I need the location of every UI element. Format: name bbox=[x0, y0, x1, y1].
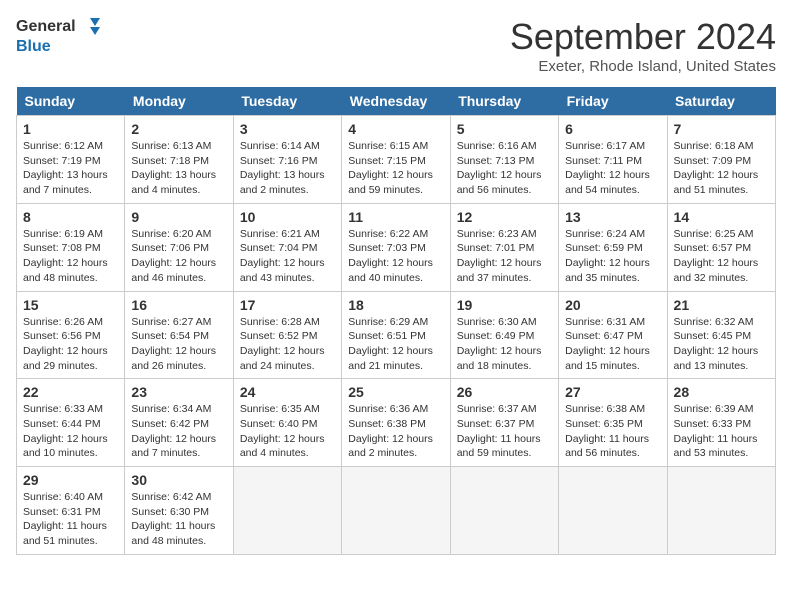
header-monday: Monday bbox=[125, 87, 233, 116]
calendar-table: Sunday Monday Tuesday Wednesday Thursday… bbox=[16, 87, 776, 555]
week-row: 8 Sunrise: 6:19 AMSunset: 7:08 PMDayligh… bbox=[17, 203, 776, 291]
table-row: 11 Sunrise: 6:22 AMSunset: 7:03 PMDaylig… bbox=[342, 203, 450, 291]
header-saturday: Saturday bbox=[667, 87, 775, 116]
table-row: 27 Sunrise: 6:38 AMSunset: 6:35 PMDaylig… bbox=[559, 379, 667, 467]
table-row: 28 Sunrise: 6:39 AMSunset: 6:33 PMDaylig… bbox=[667, 379, 775, 467]
table-row: 9 Sunrise: 6:20 AMSunset: 7:06 PMDayligh… bbox=[125, 203, 233, 291]
table-row: 14 Sunrise: 6:25 AMSunset: 6:57 PMDaylig… bbox=[667, 203, 775, 291]
table-row: 30 Sunrise: 6:42 AMSunset: 6:30 PMDaylig… bbox=[125, 467, 233, 555]
table-row: 5 Sunrise: 6:16 AMSunset: 7:13 PMDayligh… bbox=[450, 116, 558, 204]
day-header-row: Sunday Monday Tuesday Wednesday Thursday… bbox=[17, 87, 776, 116]
week-row: 15 Sunrise: 6:26 AMSunset: 6:56 PMDaylig… bbox=[17, 291, 776, 379]
main-title: September 2024 bbox=[510, 16, 776, 58]
empty-cell bbox=[450, 467, 558, 555]
header-thursday: Thursday bbox=[450, 87, 558, 116]
table-row: 24 Sunrise: 6:35 AMSunset: 6:40 PMDaylig… bbox=[233, 379, 341, 467]
table-row: 20 Sunrise: 6:31 AMSunset: 6:47 PMDaylig… bbox=[559, 291, 667, 379]
table-row: 8 Sunrise: 6:19 AMSunset: 7:08 PMDayligh… bbox=[17, 203, 125, 291]
table-row: 29 Sunrise: 6:40 AMSunset: 6:31 PMDaylig… bbox=[17, 467, 125, 555]
table-row: 17 Sunrise: 6:28 AMSunset: 6:52 PMDaylig… bbox=[233, 291, 341, 379]
week-row: 22 Sunrise: 6:33 AMSunset: 6:44 PMDaylig… bbox=[17, 379, 776, 467]
table-row: 16 Sunrise: 6:27 AMSunset: 6:54 PMDaylig… bbox=[125, 291, 233, 379]
table-row: 21 Sunrise: 6:32 AMSunset: 6:45 PMDaylig… bbox=[667, 291, 775, 379]
table-row: 4 Sunrise: 6:15 AMSunset: 7:15 PMDayligh… bbox=[342, 116, 450, 204]
table-row: 26 Sunrise: 6:37 AMSunset: 6:37 PMDaylig… bbox=[450, 379, 558, 467]
title-section: September 2024 Exeter, Rhode Island, Uni… bbox=[510, 16, 776, 75]
table-row: 7 Sunrise: 6:18 AMSunset: 7:09 PMDayligh… bbox=[667, 116, 775, 204]
header-wednesday: Wednesday bbox=[342, 87, 450, 116]
week-row: 1 Sunrise: 6:12 AMSunset: 7:19 PMDayligh… bbox=[17, 116, 776, 204]
table-row: 12 Sunrise: 6:23 AMSunset: 7:01 PMDaylig… bbox=[450, 203, 558, 291]
empty-cell bbox=[233, 467, 341, 555]
subtitle: Exeter, Rhode Island, United States bbox=[510, 58, 776, 75]
empty-cell bbox=[342, 467, 450, 555]
page-header: General Blue September 2024 Exeter, Rhod… bbox=[16, 16, 776, 75]
table-row: 13 Sunrise: 6:24 AMSunset: 6:59 PMDaylig… bbox=[559, 203, 667, 291]
header-friday: Friday bbox=[559, 87, 667, 116]
empty-cell bbox=[667, 467, 775, 555]
table-row: 2 Sunrise: 6:13 AMSunset: 7:18 PMDayligh… bbox=[125, 116, 233, 204]
table-row: 25 Sunrise: 6:36 AMSunset: 6:38 PMDaylig… bbox=[342, 379, 450, 467]
empty-cell bbox=[559, 467, 667, 555]
table-row: 10 Sunrise: 6:21 AMSunset: 7:04 PMDaylig… bbox=[233, 203, 341, 291]
table-row: 22 Sunrise: 6:33 AMSunset: 6:44 PMDaylig… bbox=[17, 379, 125, 467]
table-row: 3 Sunrise: 6:14 AMSunset: 7:16 PMDayligh… bbox=[233, 116, 341, 204]
table-row: 18 Sunrise: 6:29 AMSunset: 6:51 PMDaylig… bbox=[342, 291, 450, 379]
table-row: 6 Sunrise: 6:17 AMSunset: 7:11 PMDayligh… bbox=[559, 116, 667, 204]
header-sunday: Sunday bbox=[17, 87, 125, 116]
logo: General Blue bbox=[16, 16, 102, 56]
week-row: 29 Sunrise: 6:40 AMSunset: 6:31 PMDaylig… bbox=[17, 467, 776, 555]
table-row: 23 Sunrise: 6:34 AMSunset: 6:42 PMDaylig… bbox=[125, 379, 233, 467]
table-row: 1 Sunrise: 6:12 AMSunset: 7:19 PMDayligh… bbox=[17, 116, 125, 204]
header-tuesday: Tuesday bbox=[233, 87, 341, 116]
table-row: 15 Sunrise: 6:26 AMSunset: 6:56 PMDaylig… bbox=[17, 291, 125, 379]
table-row: 19 Sunrise: 6:30 AMSunset: 6:49 PMDaylig… bbox=[450, 291, 558, 379]
